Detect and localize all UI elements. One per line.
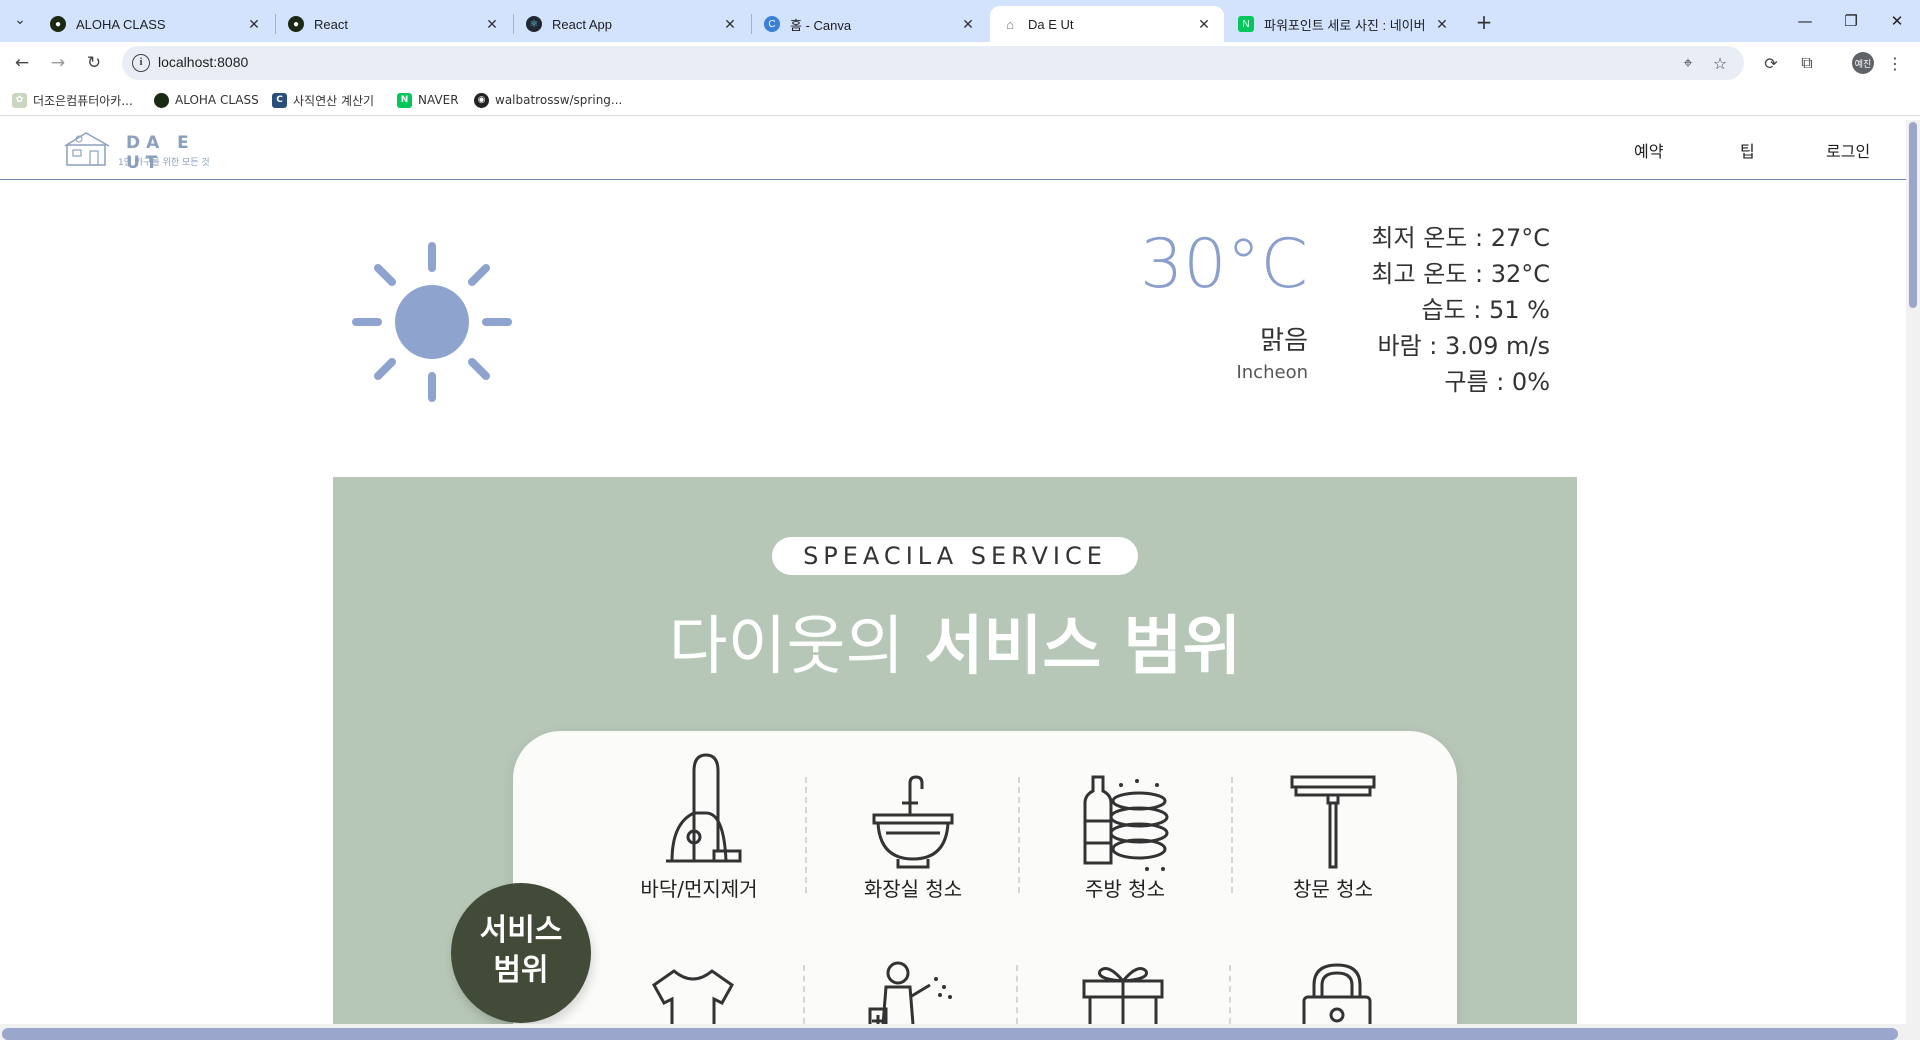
current-temperature: 30°C — [1139, 225, 1308, 304]
gift-icon — [1082, 967, 1164, 1024]
close-window-button[interactable]: ✕ — [1874, 6, 1920, 36]
tab-naver-search[interactable]: N 파워포인트 세로 사진 : 네이버 ✕ — [1226, 6, 1462, 42]
restore-button[interactable]: ❐ — [1828, 6, 1874, 36]
site-header: DA E UT 1인 가구를 위한 모든 것 예약 팁 로그인 — [0, 120, 1906, 180]
bookmark-item[interactable]: ✿ 더조은컴퓨터아카... — [12, 90, 133, 110]
horizontal-scrollbar-thumb[interactable] — [2, 1028, 1898, 1040]
github-icon: ◉ — [474, 92, 489, 108]
naver-icon: N — [397, 92, 412, 108]
service-pill: SPEACILA SERVICE — [772, 537, 1138, 575]
nav-login[interactable]: 로그인 — [1826, 138, 1870, 162]
service-item-kitchen[interactable]: 주방 청소 — [1025, 773, 1225, 902]
service-card: 바닥/먼지제거 화장실 청소 주방 청소 창문 청소 — [513, 731, 1457, 1024]
tab-search-icon[interactable]: ⌄ — [8, 8, 32, 32]
vertical-scrollbar[interactable] — [1906, 120, 1920, 1040]
canva-icon: C — [764, 16, 780, 32]
location-icon[interactable]: ⌖ — [1678, 53, 1698, 73]
logo-subtitle: 1인 가구를 위한 모든 것 — [118, 158, 210, 168]
tab-strip: ⌄ ● ALOHA CLASS ✕ ● React ✕ ⚛ React App … — [0, 0, 1920, 42]
humidity: 습도 : 51 % — [1421, 296, 1550, 324]
react-icon: ● — [288, 16, 304, 32]
disinfection-icon — [868, 961, 952, 1024]
service-section: SPEACILA SERVICE 다이웃의 서비스 범위 바닥/먼지제거 화장실… — [333, 477, 1577, 1024]
service-item-laundry[interactable] — [593, 967, 793, 1024]
site-info-icon[interactable]: i — [132, 54, 150, 72]
service-item-bathroom[interactable]: 화장실 청소 — [813, 773, 1013, 902]
service-scope-badge: 서비스 범위 — [451, 883, 591, 1023]
house-logo-icon — [64, 132, 110, 166]
min-temperature: 최저 온도 : 27°C — [1371, 224, 1550, 252]
service-item-window[interactable]: 창문 청소 — [1233, 773, 1433, 902]
bookmark-item[interactable]: N NAVER — [397, 90, 459, 110]
service-item-security[interactable] — [1237, 959, 1437, 1024]
close-icon[interactable]: ✕ — [484, 16, 500, 33]
back-button[interactable]: ← — [8, 49, 36, 77]
service-item-floor[interactable]: 바닥/먼지제거 — [599, 751, 799, 902]
close-icon[interactable]: ✕ — [1196, 16, 1212, 33]
naver-icon: N — [1238, 16, 1254, 32]
sink-icon — [872, 775, 954, 869]
bookmark-favicon-icon: ✿ — [12, 92, 27, 108]
nav-tips[interactable]: 팁 — [1740, 138, 1755, 162]
sync-icon[interactable]: ⟳ — [1760, 52, 1782, 74]
vacuum-icon — [666, 753, 742, 863]
max-temperature: 최고 온도 : 32°C — [1371, 260, 1550, 288]
forward-button[interactable]: → — [44, 49, 72, 77]
address-bar[interactable]: i localhost:8080 ⌖ ☆ — [122, 46, 1744, 80]
menu-icon[interactable]: ⋮ — [1884, 52, 1906, 74]
sun-icon — [352, 242, 512, 402]
wind-speed: 바람 : 3.09 m/s — [1377, 332, 1550, 360]
browser-toolbar: ← → ↻ i localhost:8080 ⌖ ☆ ⟳ ⧉ 예진 ⋮ — [0, 42, 1920, 84]
url-text[interactable]: localhost:8080 — [158, 54, 248, 70]
bookmark-item[interactable]: ALOHA CLASS — [154, 90, 259, 110]
profile-avatar[interactable]: 예진 — [1852, 52, 1874, 74]
close-icon[interactable]: ✕ — [1434, 16, 1450, 33]
bookmark-star-icon[interactable]: ☆ — [1710, 53, 1730, 73]
weather-city: Incheon — [1236, 362, 1308, 383]
bookmark-item[interactable]: C 사직연산 계산기 — [272, 90, 374, 110]
weather-condition: 맑음 — [1260, 326, 1308, 356]
service-item-gift[interactable] — [1023, 961, 1223, 1024]
service-item-disinfection[interactable] — [809, 957, 1009, 1024]
aloha-icon: ● — [50, 16, 66, 32]
tab-react[interactable]: ● React ✕ — [276, 6, 512, 42]
react-icon: ⚛ — [526, 16, 542, 32]
site-logo[interactable]: DA E UT 1인 가구를 위한 모든 것 — [64, 131, 226, 173]
tab-canva[interactable]: C 홈 - Canva ✕ — [752, 6, 988, 42]
bookmarks-bar: ✿ 더조은컴퓨터아카... ALOHA CLASS C 사직연산 계산기 N N… — [0, 84, 1920, 116]
bookmark-item[interactable]: ◉ walbatrossw/spring... — [474, 90, 622, 110]
tab-aloha-class[interactable]: ● ALOHA CLASS ✕ — [38, 6, 274, 42]
house-icon: ⌂ — [1006, 16, 1014, 32]
tab-da-e-ut[interactable]: ⌂ Da E Ut ✕ — [990, 6, 1224, 42]
nav-reservation[interactable]: 예약 — [1634, 138, 1663, 162]
vertical-scrollbar-thumb[interactable] — [1909, 122, 1917, 308]
tab-react-app[interactable]: ⚛ React App ✕ — [514, 6, 750, 42]
cloudiness: 구름 : 0% — [1444, 368, 1550, 396]
new-tab-button[interactable]: + — [1470, 8, 1498, 36]
close-icon[interactable]: ✕ — [722, 16, 738, 33]
horizontal-scrollbar[interactable] — [0, 1024, 1906, 1040]
calculator-icon: C — [272, 92, 287, 108]
lock-icon — [1302, 963, 1372, 1024]
extensions-icon[interactable]: ⧉ — [1796, 52, 1818, 74]
minimize-button[interactable]: — — [1782, 6, 1828, 36]
laundry-icon — [652, 969, 734, 1024]
service-title: 다이웃의 서비스 범위 — [668, 610, 1242, 684]
squeegee-icon — [1290, 775, 1376, 869]
page-viewport: DA E UT 1인 가구를 위한 모든 것 예약 팁 로그인 30°C 맑음 … — [0, 120, 1906, 1024]
reload-button[interactable]: ↻ — [80, 49, 108, 77]
aloha-icon — [154, 92, 169, 108]
close-icon[interactable]: ✕ — [960, 16, 976, 33]
dishes-icon — [1083, 775, 1169, 871]
close-icon[interactable]: ✕ — [246, 16, 262, 33]
